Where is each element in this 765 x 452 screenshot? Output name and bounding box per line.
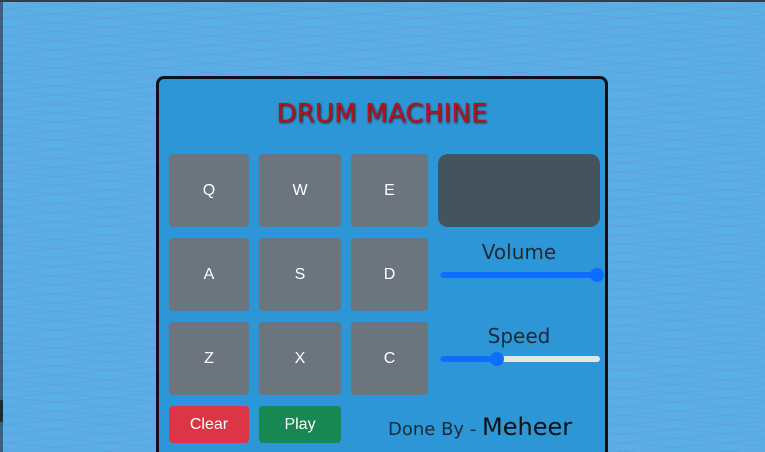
window-left-border xyxy=(0,0,3,452)
volume-slider[interactable] xyxy=(440,268,604,282)
volume-label: Volume xyxy=(481,240,557,264)
volume-slider-thumb[interactable] xyxy=(589,268,604,282)
play-button[interactable]: Play xyxy=(259,406,341,443)
drum-pad-z[interactable]: Z xyxy=(169,322,249,395)
drum-pad-d[interactable]: D xyxy=(351,238,428,311)
speed-slider-fill xyxy=(440,356,496,362)
window-top-border xyxy=(0,0,765,2)
speed-label: Speed xyxy=(487,324,551,348)
drum-machine-panel: DRUM MACHINE Q W E A S D Z X C Volume Sp… xyxy=(156,76,608,452)
credit-line: Done By - Meheer xyxy=(388,413,572,441)
volume-slider-fill xyxy=(440,272,600,278)
drum-pad-e[interactable]: E xyxy=(351,154,428,227)
speed-slider-thumb[interactable] xyxy=(490,352,505,366)
drum-pad-s[interactable]: S xyxy=(259,238,341,311)
sound-display xyxy=(438,154,600,227)
clear-button[interactable]: Clear xyxy=(169,406,249,443)
credit-prefix: Done By - xyxy=(388,419,477,440)
speed-slider[interactable] xyxy=(440,352,600,366)
window-edge-handle xyxy=(0,400,3,422)
credit-name: Meheer xyxy=(482,413,573,441)
drum-pad-q[interactable]: Q xyxy=(169,154,249,227)
drum-pad-c[interactable]: C xyxy=(351,322,428,395)
app-title: DRUM MACHINE xyxy=(276,99,488,129)
drum-pad-a[interactable]: A xyxy=(169,238,249,311)
drum-pad-w[interactable]: W xyxy=(259,154,341,227)
drum-pad-x[interactable]: X xyxy=(259,322,341,395)
